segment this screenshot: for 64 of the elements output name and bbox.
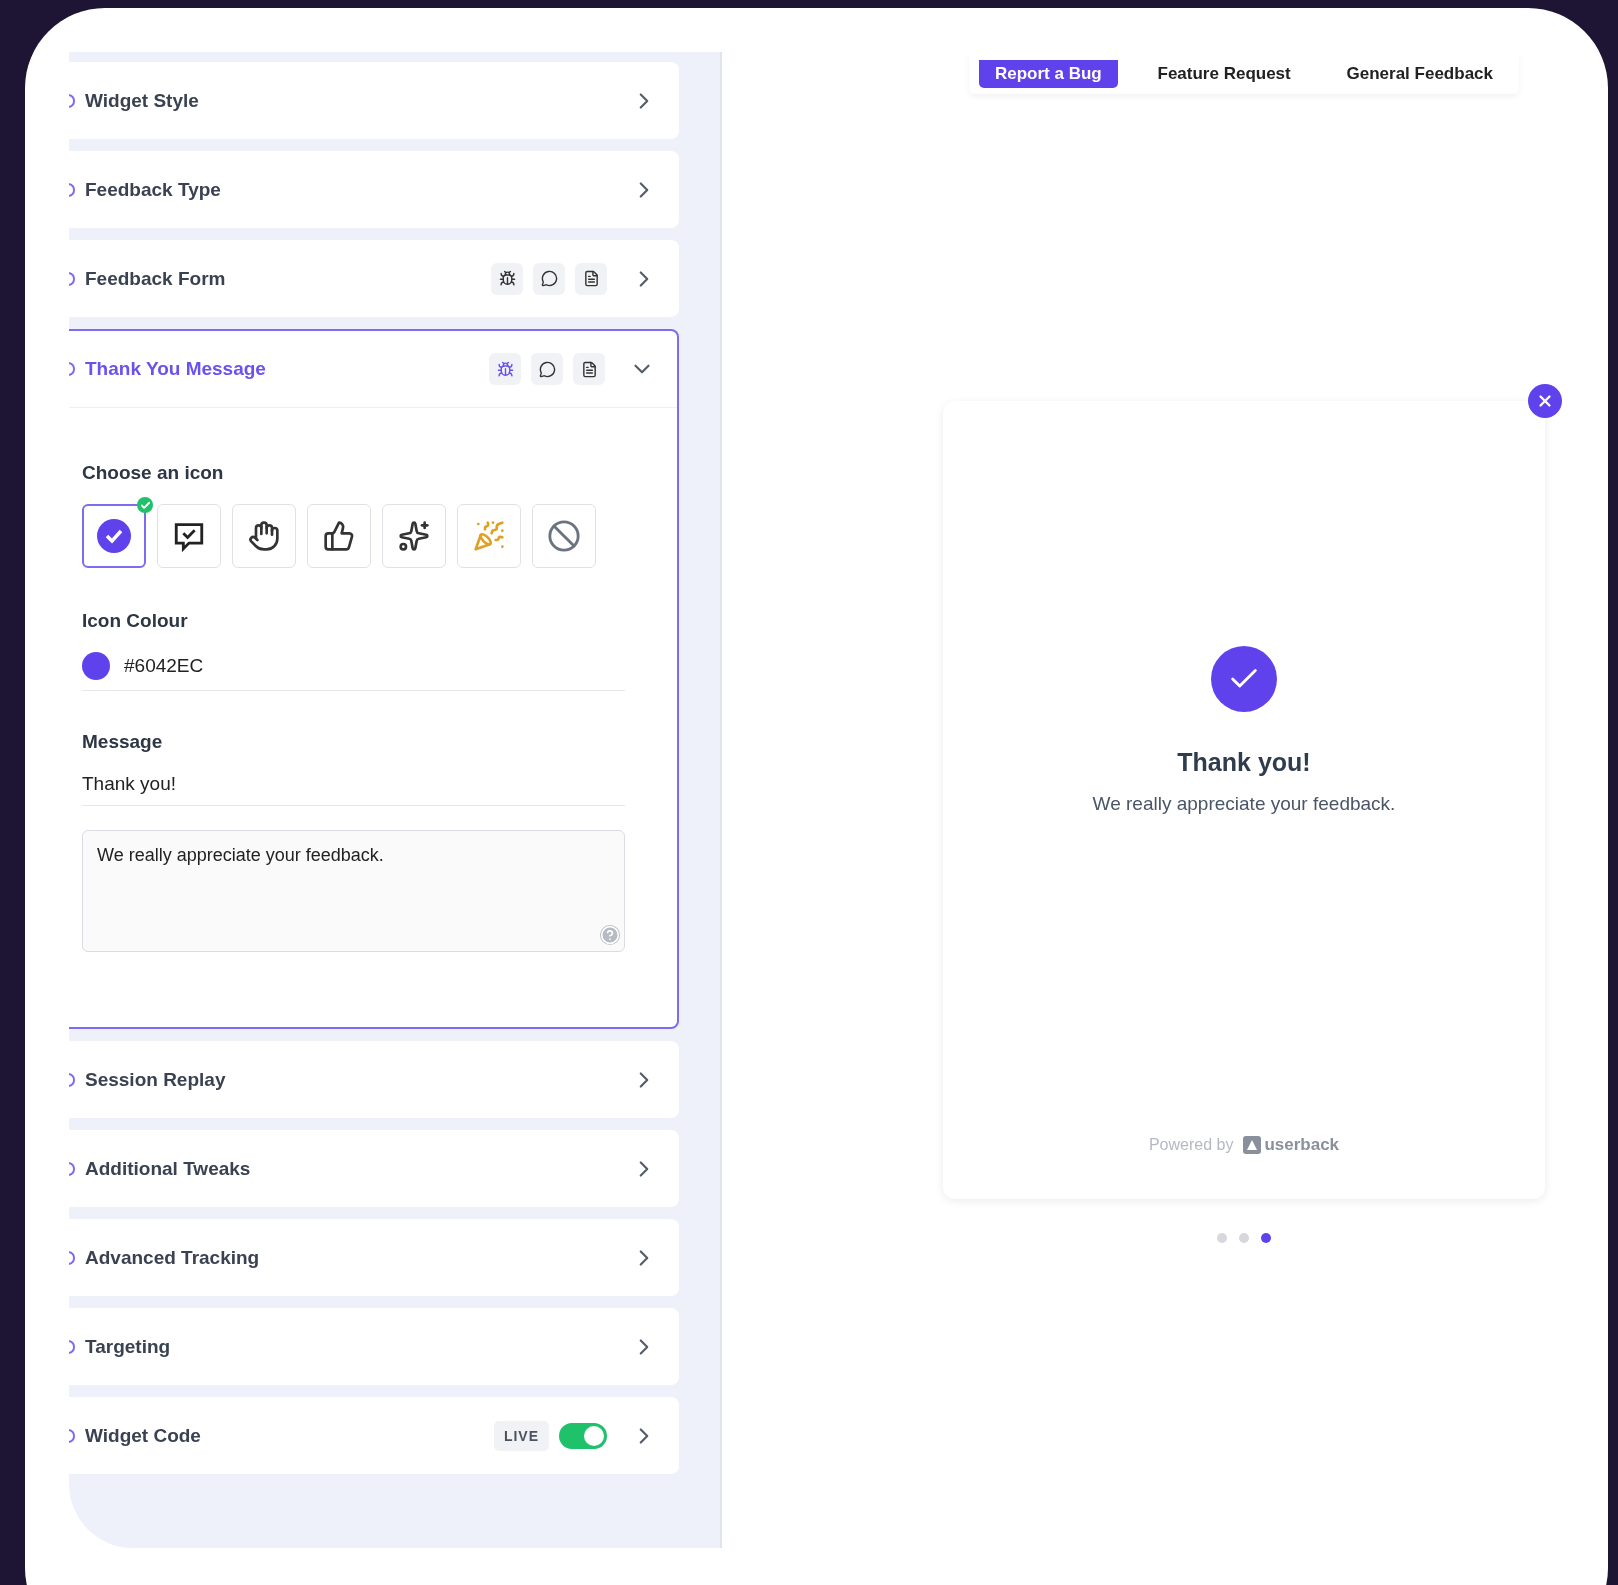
colour-field[interactable]: #6042EC — [82, 652, 625, 691]
document-icon — [582, 270, 600, 287]
message-title-field[interactable]: Thank you! — [82, 773, 625, 806]
help-icon — [600, 925, 620, 945]
pagination-dot[interactable] — [1261, 1233, 1271, 1243]
bug-icon — [498, 270, 516, 287]
feedback-type-button[interactable] — [491, 262, 523, 295]
close-icon — [1536, 392, 1554, 410]
section-icon — [69, 1427, 75, 1444]
section-title: Session Replay — [85, 1068, 227, 1091]
section-title: Widget Style — [85, 89, 200, 112]
field-label: Message — [82, 731, 164, 753]
section-card[interactable]: Widget Style — [69, 62, 679, 139]
feedback-tab[interactable]: Report a Bug — [979, 60, 1118, 88]
prohibited-icon — [547, 519, 581, 553]
feedback-type-button[interactable] — [531, 353, 563, 385]
section-icon — [69, 270, 75, 287]
live-badge: LIVE — [493, 1420, 549, 1451]
section-title: Additional Tweaks — [85, 1157, 252, 1180]
section-card[interactable]: Widget Code LIVE — [69, 1397, 679, 1474]
preview-message: We really appreciate your feedback. — [1092, 793, 1396, 815]
section-icon — [69, 1071, 75, 1088]
thumbs-up-icon — [323, 520, 355, 552]
pagination-dot[interactable] — [1217, 1233, 1227, 1243]
sparkle-star-icon — [398, 520, 430, 552]
chat-bubble-icon — [540, 270, 558, 287]
section-card[interactable]: Targeting — [69, 1308, 679, 1385]
section-icon — [69, 1249, 75, 1266]
pagination-dot[interactable] — [1239, 1233, 1249, 1243]
section-card[interactable]: Additional Tweaks — [69, 1130, 679, 1207]
selected-check-icon — [137, 497, 153, 513]
live-toggle[interactable] — [559, 1422, 607, 1449]
section-card[interactable]: Advanced Tracking — [69, 1219, 679, 1296]
powered-by-text: Powered by — [1148, 1136, 1234, 1154]
feedback-tab[interactable]: General Feedback — [1330, 60, 1509, 88]
field-label: Choose an icon — [82, 462, 225, 484]
close-button[interactable] — [1528, 384, 1562, 418]
section-title: Widget Code — [85, 1424, 202, 1447]
section-title: Advanced Tracking — [85, 1246, 261, 1269]
section-title: Targeting — [85, 1335, 172, 1358]
feedback-type-button[interactable] — [573, 353, 605, 385]
feedback-type-button[interactable] — [533, 262, 565, 295]
message-textarea[interactable]: We really appreciate your feedback. — [82, 830, 625, 952]
party-popper-icon — [473, 520, 505, 552]
section-title: Feedback Form — [85, 267, 227, 290]
section-card[interactable]: Thank You Message Choose an icon Icon Colour #6042EC Message Thank you! We really appreciate your feedback. — [69, 329, 679, 1029]
section-title: Feedback Type — [85, 178, 222, 201]
feedback-type-button[interactable] — [575, 262, 607, 295]
feedback-tab[interactable]: Feature Request — [1141, 60, 1307, 88]
document-icon — [580, 360, 598, 378]
section-icon — [69, 361, 75, 377]
section-card[interactable]: Feedback Form — [69, 240, 679, 317]
icon-option[interactable] — [82, 504, 146, 568]
section-card[interactable]: Feedback Type — [69, 151, 679, 228]
section-icon — [69, 92, 75, 109]
field-label: Icon Colour — [82, 610, 189, 632]
section-card[interactable]: Session Replay — [69, 1041, 679, 1118]
section-icon — [69, 1338, 75, 1355]
section-title: Thank You Message — [85, 358, 267, 380]
preview-title: Thank you! — [1177, 748, 1311, 777]
section-icon — [69, 181, 75, 198]
bug-icon — [496, 360, 514, 378]
chat-bubble-icon — [538, 360, 556, 378]
section-icon — [69, 1160, 75, 1177]
